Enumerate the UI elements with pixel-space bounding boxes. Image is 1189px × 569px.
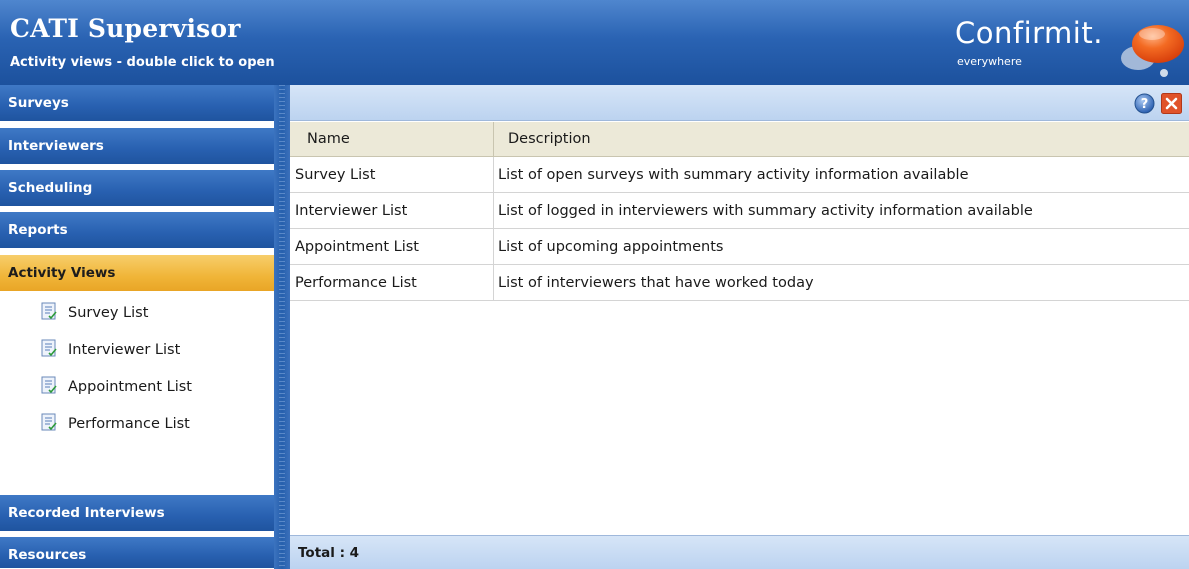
cell-description: List of upcoming appointments	[498, 239, 724, 255]
list-document-icon	[41, 339, 57, 357]
column-header-name[interactable]: Name	[290, 122, 494, 157]
sidebar-subitem-interviewer-list[interactable]: Interviewer List	[40, 335, 180, 365]
main-panel: ? Name Description Survey List List of o…	[290, 85, 1189, 569]
brand-tagline: everywhere	[957, 55, 1022, 68]
sidebar-subitem-label: Appointment List	[68, 379, 192, 395]
sidebar-subitem-label: Performance List	[68, 416, 190, 432]
list-document-icon	[41, 376, 57, 394]
sidebar-item-surveys[interactable]: Surveys	[0, 85, 274, 122]
table-row[interactable]: Survey List List of open surveys with su…	[290, 157, 1189, 193]
panel-splitter[interactable]	[274, 85, 290, 569]
app-title: CATI Supervisor	[10, 14, 241, 43]
svg-text:?: ?	[1141, 97, 1149, 112]
app-subtitle: Activity views - double click to open	[10, 55, 275, 70]
toolbar: ?	[290, 85, 1189, 121]
close-icon[interactable]	[1161, 93, 1182, 114]
sidebar-subitem-performance-list[interactable]: Performance List	[40, 409, 190, 439]
app-header: CATI Supervisor Activity views - double …	[0, 0, 1189, 85]
sidebar-item-reports[interactable]: Reports	[0, 212, 274, 249]
cell-description: List of interviewers that have worked to…	[498, 275, 814, 291]
sidebar-item-interviewers[interactable]: Interviewers	[0, 128, 274, 165]
cell-description: List of open surveys with summary activi…	[498, 167, 969, 183]
cell-name: Performance List	[290, 265, 494, 301]
cell-name: Appointment List	[290, 229, 494, 265]
cell-name: Survey List	[290, 157, 494, 193]
sidebar-subitem-survey-list[interactable]: Survey List	[40, 298, 148, 328]
table-row[interactable]: Appointment List List of upcoming appoin…	[290, 229, 1189, 265]
brand-logo: Confirmit. everywhere	[955, 16, 1185, 80]
list-document-icon	[41, 413, 57, 431]
table-row[interactable]: Performance List List of interviewers th…	[290, 265, 1189, 301]
sidebar-item-activity-views[interactable]: Activity Views	[0, 255, 274, 292]
list-document-icon	[41, 302, 57, 320]
table-row[interactable]: Interviewer List List of logged in inter…	[290, 193, 1189, 229]
table-footer-total: Total : 4	[290, 535, 1189, 569]
table-header: Name Description	[290, 122, 1189, 157]
column-header-description[interactable]: Description	[494, 122, 1189, 157]
brand-name: Confirmit.	[955, 16, 1103, 50]
splitter-grip	[279, 85, 285, 569]
sidebar-subitem-label: Interviewer List	[68, 342, 181, 358]
sidebar-subitem-appointment-list[interactable]: Appointment List	[40, 372, 192, 402]
sidebar-item-resources[interactable]: Resources	[0, 537, 274, 569]
speech-bubble-logo-icon	[1121, 25, 1184, 77]
sidebar-subitem-label: Survey List	[68, 305, 149, 321]
sidebar-nav: Surveys Interviewers Scheduling Reports …	[0, 85, 274, 569]
sidebar-item-recorded-interviews[interactable]: Recorded Interviews	[0, 495, 274, 532]
sidebar-item-scheduling[interactable]: Scheduling	[0, 170, 274, 207]
cell-name: Interviewer List	[290, 193, 494, 229]
cell-description: List of logged in interviewers with summ…	[498, 203, 1033, 219]
help-icon[interactable]: ?	[1134, 93, 1155, 114]
